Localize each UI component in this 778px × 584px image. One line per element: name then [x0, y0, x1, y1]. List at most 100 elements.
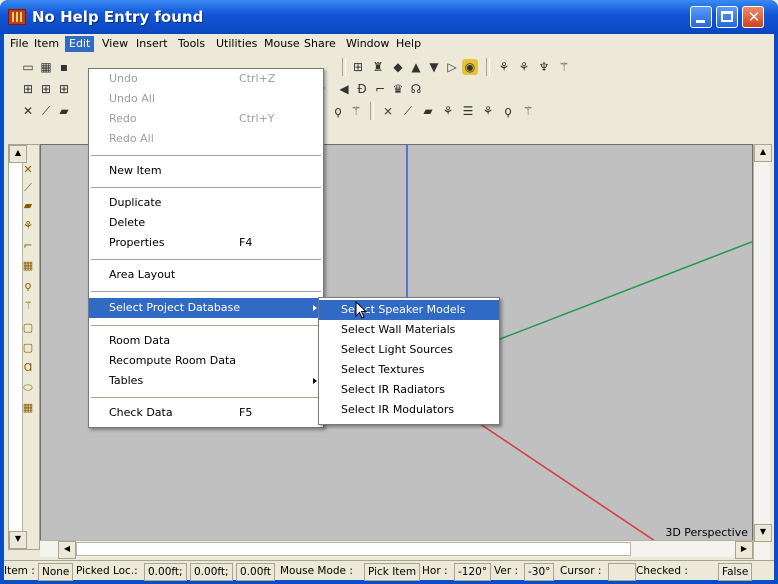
submenu-select-ir-radiators[interactable]: Select IR Radiators [319, 380, 499, 400]
close-button[interactable]: ✕ [742, 6, 764, 28]
submenu-select-ir-modulators[interactable]: Select IR Modulators [319, 400, 499, 420]
tool-g-icon[interactable]: ⚚ [348, 103, 364, 119]
status-hor-label: Hor : [422, 565, 448, 577]
speaker-icon[interactable]: ♜ [370, 59, 386, 75]
arrow-down-icon[interactable]: ▼ [426, 59, 442, 75]
cylinder-tool-icon[interactable]: ⬭ [21, 381, 35, 395]
tool-h-icon[interactable]: ⨯ [380, 103, 396, 119]
delete-tool-icon[interactable]: ✕ [21, 163, 35, 177]
status-checked-value: False [718, 563, 753, 581]
submenu-select-textures[interactable]: Select Textures [319, 360, 499, 380]
maximize-button[interactable] [716, 6, 738, 28]
grid-icon[interactable]: ⊞ [350, 59, 366, 75]
delete-tool-icon[interactable]: ✕ [20, 103, 36, 119]
menu-room-data[interactable]: Room Data [89, 331, 323, 351]
layout-b-icon[interactable]: ⊞ [38, 81, 54, 97]
tool-n-icon[interactable]: ϙ [500, 103, 516, 119]
menu-new-item[interactable]: New Item [89, 161, 323, 181]
horizontal-scrollbar[interactable]: ◀ ▶ [40, 540, 753, 559]
menu-utilities[interactable]: Utilities [212, 36, 261, 52]
scroll-up-button[interactable]: ▲ [754, 144, 772, 162]
tool-l-icon[interactable]: ☰ [460, 103, 476, 119]
pointer-icon[interactable]: ◀ [336, 81, 352, 97]
menu-delete[interactable]: Delete [89, 213, 323, 233]
minimize-button[interactable] [690, 6, 712, 28]
select-project-database-submenu: Select Speaker Models Select Wall Materi… [318, 297, 500, 425]
pin-tool-icon[interactable]: ϙ [21, 279, 35, 293]
menu-share[interactable]: Share [300, 36, 340, 52]
menu-redo[interactable]: Redo Ctrl+Y [89, 109, 323, 129]
menu-undo-all[interactable]: Undo All [89, 89, 323, 109]
menu-properties[interactable]: Properties F4 [89, 233, 323, 253]
status-cursor-label: Cursor : [560, 565, 602, 577]
submenu-select-light-sources[interactable]: Select Light Sources [319, 340, 499, 360]
seat-icon[interactable]: ♛ [390, 81, 406, 97]
layout-a-icon[interactable]: ⊞ [20, 81, 36, 97]
scroll-left-button[interactable]: ◀ [58, 541, 76, 559]
tool-c-icon[interactable]: ♆ [536, 59, 552, 75]
menu-select-project-database[interactable]: Select Project Database [89, 298, 323, 318]
tool-b-icon[interactable]: ⚘ [516, 59, 532, 75]
menu-help[interactable]: Help [392, 36, 425, 52]
scroll-right-button[interactable]: ▶ [735, 541, 753, 559]
report-icon[interactable]: ▦ [38, 59, 54, 75]
submenu-select-wall-materials[interactable]: Select Wall Materials [319, 320, 499, 340]
arrow-left-icon[interactable]: ◆ [390, 59, 406, 75]
box-b-tool-icon[interactable]: ▢ [21, 341, 35, 355]
menu-insert[interactable]: Insert [132, 36, 172, 52]
menu-view[interactable]: View [98, 36, 132, 52]
layout-c-icon[interactable]: ⊞ [56, 81, 72, 97]
stairs-tool-icon[interactable]: ⌐ [21, 239, 35, 253]
title-bar[interactable]: No Help Entry found ✕ [0, 0, 778, 34]
menu-edit[interactable]: Edit [65, 36, 95, 52]
box-tool-icon[interactable]: ▢ [21, 321, 35, 335]
arrow-right-icon[interactable]: ▷ [444, 59, 460, 75]
tool-d-icon[interactable]: ⚚ [556, 59, 572, 75]
line-tool-icon[interactable]: ⟋ [21, 181, 35, 195]
menu-window[interactable]: Window [342, 36, 393, 52]
tool-o-icon[interactable]: ⚚ [520, 103, 536, 119]
line-tool-icon[interactable]: ⟋ [38, 103, 54, 119]
submenu-select-speaker-models[interactable]: Select Speaker Models [319, 300, 499, 320]
grid-tool-icon[interactable]: ▦ [21, 259, 35, 273]
menu-duplicate[interactable]: Duplicate [89, 193, 323, 213]
scroll-thumb[interactable] [76, 542, 631, 556]
open-icon[interactable]: ▭ [20, 59, 36, 75]
scroll-down-button[interactable]: ▼ [754, 524, 772, 542]
save-icon[interactable]: ▪ [56, 59, 72, 75]
menu-undo[interactable]: Undo Ctrl+Z [89, 69, 323, 89]
menu-tools[interactable]: Tools [174, 36, 209, 52]
arrow-up-icon[interactable]: ▲ [408, 59, 424, 75]
surface-tool-icon[interactable]: ▰ [21, 199, 35, 213]
vertical-scrollbar[interactable]: ▲ ▼ [753, 144, 772, 564]
strip-scroll-up[interactable]: ▲ [9, 145, 27, 163]
tool-a-icon[interactable]: ⚘ [496, 59, 512, 75]
stairs-icon[interactable]: ⌐ [372, 81, 388, 97]
menu-file[interactable]: File [6, 36, 32, 52]
strip-scroll-down[interactable]: ▼ [9, 531, 27, 549]
surface-tool-icon[interactable]: ▰ [56, 103, 72, 119]
submenu-arrow-icon [313, 378, 317, 384]
misc-icon[interactable]: ☊ [408, 81, 424, 97]
target-icon[interactable]: ◉ [462, 59, 478, 75]
menu-tables[interactable]: Tables [89, 371, 323, 391]
menu-redo-all[interactable]: Redo All [89, 129, 323, 149]
tool-k-icon[interactable]: ⚘ [440, 103, 456, 119]
menu-check-data[interactable]: Check Data F5 [89, 403, 323, 423]
menu-area-layout[interactable]: Area Layout [89, 265, 323, 285]
array-tool-icon[interactable]: ⚚ [21, 299, 35, 313]
menu-item[interactable]: Item [30, 36, 63, 52]
shape-tool-icon[interactable]: Ɑ [21, 361, 35, 375]
menu-recompute-room-data[interactable]: Recompute Room Data [89, 351, 323, 371]
tool-i-icon[interactable]: ⟋ [400, 103, 416, 119]
tool-j-icon[interactable]: ▰ [420, 103, 436, 119]
shape-icon[interactable]: Ɖ [354, 81, 370, 97]
menu-mouse[interactable]: Mouse [260, 36, 304, 52]
tool-m-icon[interactable]: ⚘ [480, 103, 496, 119]
speaker-tool-icon[interactable]: ⚘ [21, 219, 35, 233]
menu-separator [91, 397, 321, 398]
table-tool-icon[interactable]: ▦ [21, 401, 35, 415]
toolbar-separator [486, 58, 490, 76]
tool-f-icon[interactable]: ϙ [330, 103, 346, 119]
minimize-icon [696, 20, 705, 23]
